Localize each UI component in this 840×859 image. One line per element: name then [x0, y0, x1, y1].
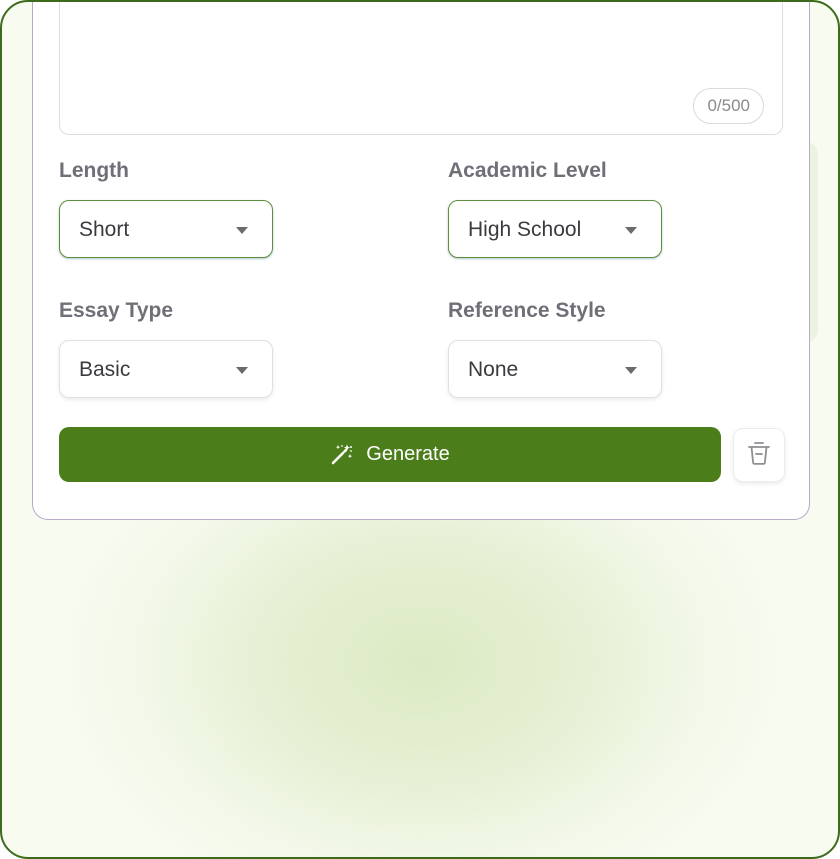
length-select[interactable]: Short: [59, 200, 273, 258]
generate-button[interactable]: Generate: [59, 427, 721, 482]
academic-level-value: High School: [468, 218, 582, 241]
caret-down-icon: [625, 227, 637, 234]
essay-form-card: 0/500 Length Short Academic Level High S…: [32, 2, 810, 520]
character-counter: 0/500: [693, 88, 764, 124]
generate-label: Generate: [366, 443, 450, 465]
reference-style-value: None: [468, 358, 519, 381]
academic-level-select[interactable]: High School: [448, 200, 662, 258]
caret-down-icon: [236, 367, 248, 374]
reference-style-select[interactable]: None: [448, 340, 662, 398]
essay-type-select[interactable]: Basic: [59, 340, 273, 398]
essay-type-value: Basic: [79, 358, 131, 381]
clear-button[interactable]: [733, 428, 785, 482]
essay-type-label: Essay Type: [59, 299, 174, 322]
magic-wand-icon: [330, 443, 354, 467]
caret-down-icon: [625, 367, 637, 374]
app-frame: 0/500 Length Short Academic Level High S…: [0, 0, 840, 859]
academic-level-label: Academic Level: [448, 159, 607, 182]
caret-down-icon: [236, 227, 248, 234]
topic-textarea[interactable]: 0/500: [59, 2, 783, 135]
trash-icon: [747, 439, 771, 472]
length-value: Short: [79, 218, 130, 241]
reference-style-label: Reference Style: [448, 299, 606, 322]
length-label: Length: [59, 159, 129, 182]
